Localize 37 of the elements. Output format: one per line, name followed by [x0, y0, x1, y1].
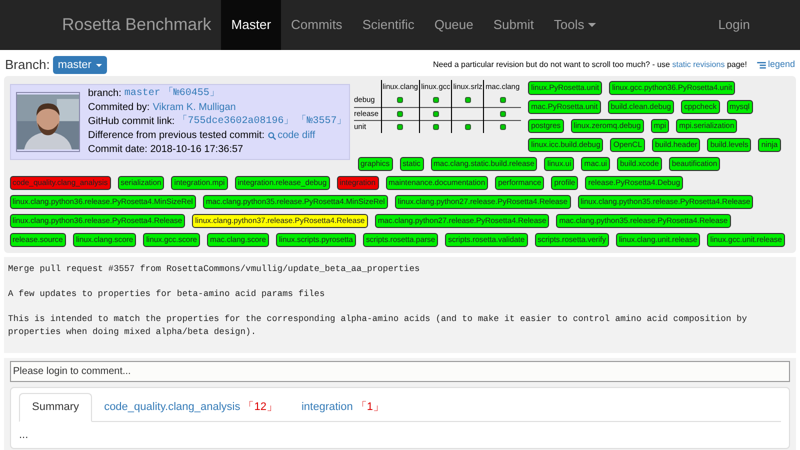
list-icon: [756, 62, 766, 68]
status-indicator[interactable]: [464, 124, 471, 130]
nav-tab[interactable]: Commits: [281, 0, 352, 50]
status-indicator[interactable]: [464, 97, 471, 104]
nav-tab[interactable]: Queue: [424, 0, 484, 50]
brand-title[interactable]: Rosetta Benchmark: [62, 12, 212, 38]
branch-label: branch:: [88, 87, 122, 101]
search-icon: [268, 132, 276, 140]
login-link[interactable]: Login: [718, 15, 750, 35]
revision-note: Need a particular revision but do not want to scroll too much? - use static revisions page!: [432, 59, 747, 71]
message-paragraph: This is intended to match the properties for the corresponding alpha-amino acids (and to make it easier to control amino acid composition by properties when doing mixed alpha/beta design).: [8, 313, 748, 338]
nav-tab[interactable]: Tools: [544, 0, 606, 50]
comment-field[interactable]: Please login to comment...: [10, 361, 790, 382]
commit-hash-link[interactable]: 「755dce3602a08196」: [178, 115, 294, 129]
status-indicator[interactable]: [432, 97, 439, 104]
nav-tab[interactable]: Master: [221, 0, 282, 50]
branch-dropdown[interactable]: master: [52, 56, 108, 74]
github-label: GitHub commit link:: [88, 115, 175, 129]
message-paragraph: Merge pull request #3557 from RosettaCommons/vmullig/update_beta_aa_properties: [8, 263, 421, 276]
nav-tab[interactable]: Submit: [483, 0, 544, 50]
static-revisions-link[interactable]: static revisions: [672, 60, 725, 69]
caret-icon: [96, 64, 102, 66]
result-tab[interactable]: integration 「1」: [289, 393, 396, 421]
status-indicator[interactable]: [397, 97, 404, 104]
legend-link[interactable]: legend: [756, 58, 795, 72]
committer-label: Commited by:: [88, 101, 150, 115]
status-indicator[interactable]: [500, 97, 506, 104]
message-paragraph: A few updates to properties for beta-amino acid params files: [8, 288, 326, 300]
commit-date: Commit date: 2018-10-16 17:36:57: [88, 143, 244, 157]
branch-label: Branch:: [5, 56, 50, 74]
result-tab[interactable]: code_quality.clang_analysis 「12」: [92, 393, 290, 421]
failure-count: 「12」: [243, 400, 278, 415]
tab-content: ...: [19, 428, 28, 443]
diff-label: Difference from previous tested commit:: [88, 129, 265, 143]
failure-count: 「1」: [356, 400, 384, 415]
nav-tab[interactable]: Scientific: [352, 0, 424, 50]
result-tab[interactable]: Summary: [19, 393, 92, 422]
